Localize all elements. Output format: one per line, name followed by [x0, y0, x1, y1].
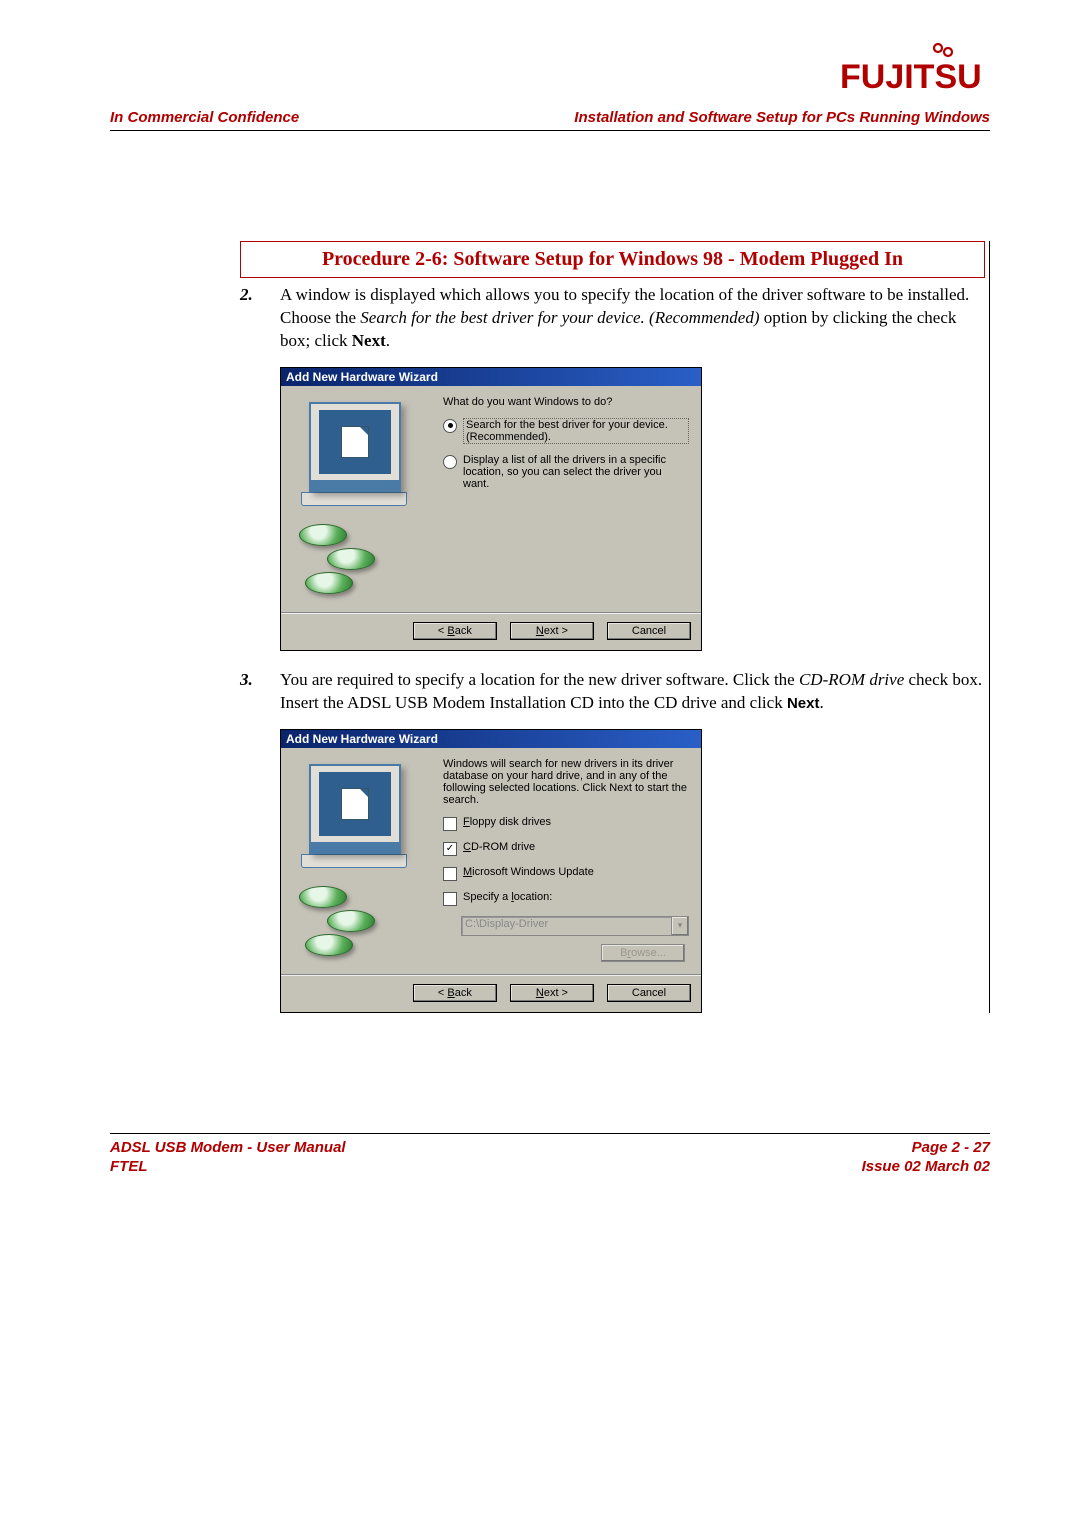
wizard-titlebar: Add New Hardware Wizard — [281, 730, 701, 748]
wizard-2: Add New Hardware Wizard Windows will sea… — [280, 729, 702, 1013]
radio-display-list[interactable]: Display a list of all the drivers in a s… — [443, 454, 689, 490]
next-button[interactable]: Next > — [510, 622, 594, 640]
page-header: In Commercial Confidence Installation an… — [110, 109, 990, 131]
check-cdrom[interactable]: CD-ROM drive — [443, 841, 689, 856]
checkbox-icon — [443, 892, 457, 906]
wizard-1: Add New Hardware Wizard What do you want… — [280, 367, 702, 651]
checkbox-icon — [443, 842, 457, 856]
browse-button: Browse... — [601, 944, 685, 962]
footer-right: Page 2 - 27 Issue 02 March 02 — [862, 1138, 990, 1177]
section-title: Procedure 2-6: Software Setup for Window… — [240, 241, 985, 278]
brand-text: FUJITSU — [840, 58, 982, 96]
check-label: Floppy disk drives — [463, 816, 689, 828]
step-2: 2. A window is displayed which allows yo… — [240, 284, 985, 353]
location-input: C:\Display-Driver — [461, 916, 672, 936]
step-body: You are required to specify a location f… — [280, 669, 985, 715]
step-number: 3. — [240, 669, 280, 715]
wizard-prompt: What do you want Windows to do? — [443, 396, 689, 408]
check-floppy[interactable]: Floppy disk drives — [443, 816, 689, 831]
header-left: In Commercial Confidence — [110, 109, 299, 126]
check-label: Specify a location: — [463, 891, 689, 903]
check-label: Microsoft Windows Update — [463, 866, 689, 878]
step-body: A window is displayed which allows you t… — [280, 284, 985, 353]
footer-left: ADSL USB Modem - User Manual FTEL — [110, 1138, 346, 1177]
wizard-titlebar: Add New Hardware Wizard — [281, 368, 701, 386]
checkbox-icon — [443, 817, 457, 831]
radio-search-best[interactable]: Search for the best driver for your devi… — [443, 418, 689, 444]
page-footer: ADSL USB Modem - User Manual FTEL Page 2… — [110, 1134, 990, 1177]
back-button[interactable]: < Back — [413, 622, 497, 640]
location-input-row: C:\Display-Driver ▾ — [461, 916, 689, 936]
checkbox-icon — [443, 867, 457, 881]
step-number: 2. — [240, 284, 280, 353]
wizard-art — [293, 396, 433, 606]
brand-logo: FUJITSU — [110, 40, 990, 101]
check-windows-update[interactable]: Microsoft Windows Update — [443, 866, 689, 881]
radio-label: Search for the best driver for your devi… — [463, 418, 689, 444]
cancel-button[interactable]: Cancel — [607, 622, 691, 640]
wizard-art — [293, 758, 433, 968]
radio-icon — [443, 455, 457, 469]
wizard-intro: Windows will search for new drivers in i… — [443, 758, 689, 806]
check-specify-location[interactable]: Specify a location: — [443, 891, 689, 906]
dropdown-icon: ▾ — [672, 916, 689, 936]
back-button[interactable]: < Back — [413, 984, 497, 1002]
cancel-button[interactable]: Cancel — [607, 984, 691, 1002]
step-3: 3. You are required to specify a locatio… — [240, 669, 985, 715]
check-label: CD-ROM drive — [463, 841, 689, 853]
header-right: Installation and Software Setup for PCs … — [574, 109, 990, 126]
radio-label: Display a list of all the drivers in a s… — [463, 454, 689, 490]
next-button[interactable]: Next > — [510, 984, 594, 1002]
radio-icon — [443, 419, 457, 433]
